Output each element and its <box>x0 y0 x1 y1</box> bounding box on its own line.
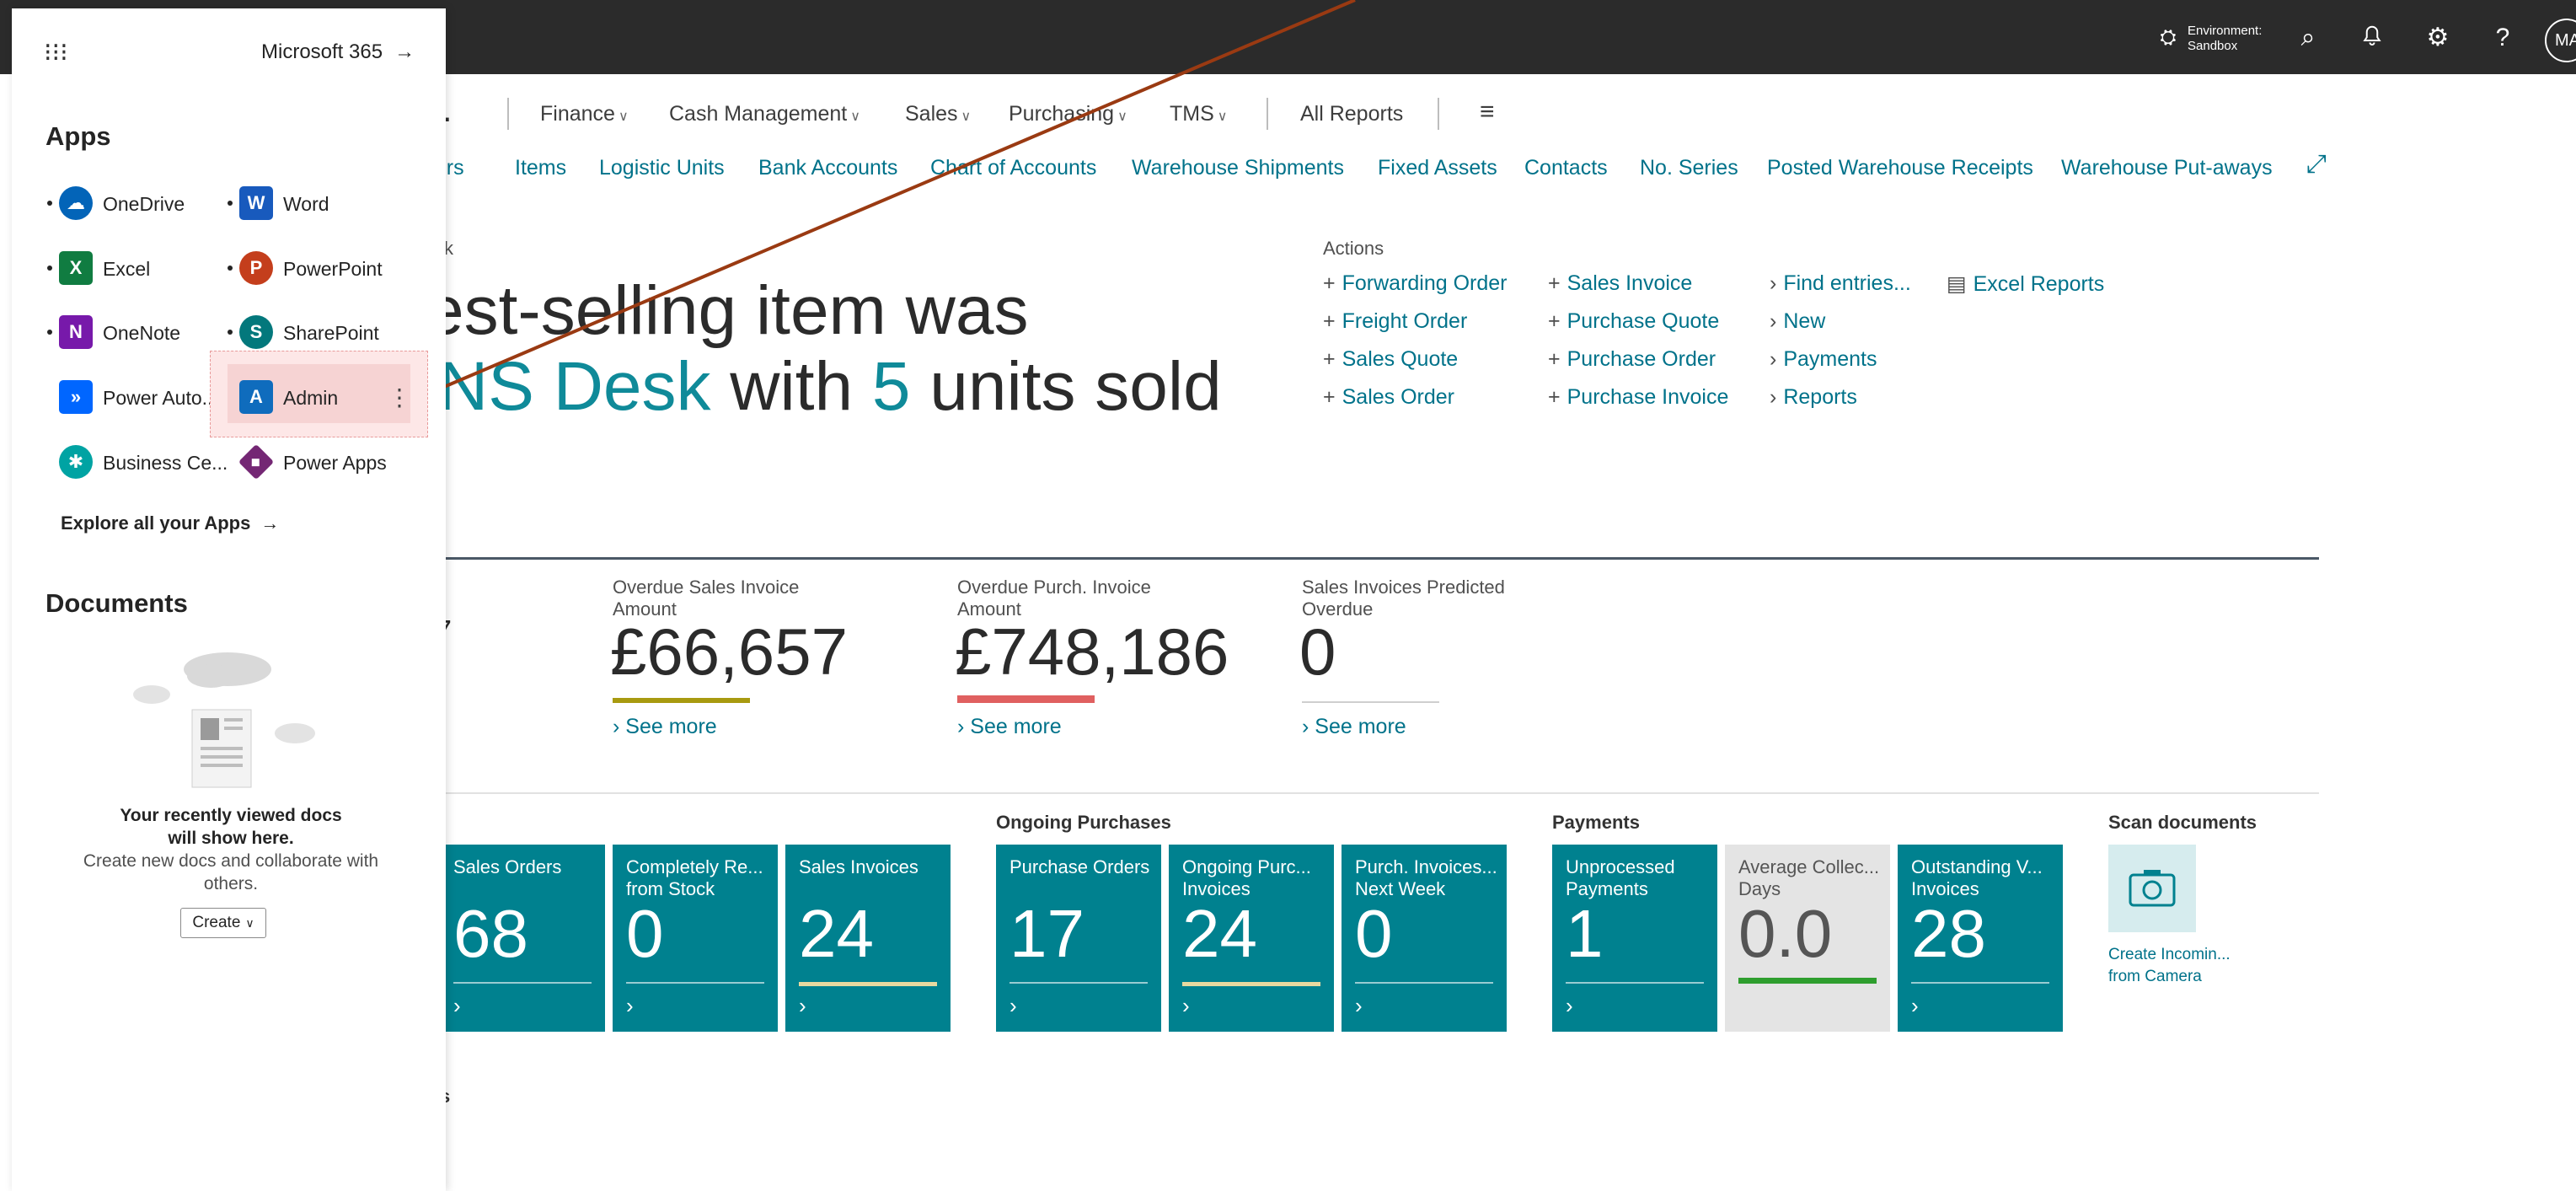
m365-label: Microsoft 365 <box>261 40 383 63</box>
documents-heading: Documents <box>46 588 188 618</box>
app-powerpoint[interactable]: P PowerPoint <box>239 251 391 285</box>
app-business-central[interactable]: ✱ Business Ce... <box>59 445 228 479</box>
pin-dot <box>47 266 52 271</box>
app-label: OneDrive <box>103 193 185 215</box>
app-power-automate[interactable]: » Power Auto... <box>59 380 228 414</box>
empty-line: will show here. <box>168 829 294 848</box>
pin-dot <box>228 330 233 335</box>
empty-line: Create new docs and collaborate with <box>83 851 379 871</box>
app-label: Admin <box>283 387 339 409</box>
more-options-icon[interactable]: ⋮ <box>388 384 411 411</box>
app-label: SharePoint <box>283 322 379 344</box>
waffle-icon[interactable]: ⁝⁝⁝ <box>44 40 68 66</box>
app-power-apps[interactable]: ◆ Power Apps <box>238 443 408 480</box>
chevron-down-icon: ∨ <box>245 916 254 930</box>
power-automate-icon: » <box>59 380 93 414</box>
power-apps-icon: ◆ <box>238 443 275 480</box>
apps-heading: Apps <box>46 121 111 151</box>
pin-dot <box>47 330 52 335</box>
empty-line: Your recently viewed docs <box>120 806 342 825</box>
sharepoint-icon: S <box>239 315 273 349</box>
app-onenote[interactable]: N OneNote <box>59 315 211 349</box>
documents-illustration <box>133 652 315 788</box>
explore-apps-link[interactable]: Explore all your Apps → <box>61 512 279 534</box>
app-word[interactable]: W Word <box>239 186 391 220</box>
onedrive-icon: ☁ <box>59 186 93 220</box>
app-label: Power Auto... <box>103 387 218 409</box>
app-label: OneNote <box>103 322 181 344</box>
app-label: Excel <box>103 258 151 280</box>
business-central-icon: ✱ <box>59 445 93 479</box>
excel-icon: X <box>59 251 93 285</box>
app-label: Word <box>283 193 329 215</box>
app-excel[interactable]: X Excel <box>59 251 211 285</box>
app-launcher-panel: ⁝⁝⁝ Microsoft 365 → Apps ☁ OneDrive W Wor… <box>12 8 446 1191</box>
word-icon: W <box>239 186 273 220</box>
app-label: Business Ce... <box>103 452 228 474</box>
app-label: PowerPoint <box>283 258 383 280</box>
admin-icon: A <box>239 380 273 414</box>
microsoft-365-link[interactable]: Microsoft 365 → <box>261 40 415 64</box>
pin-dot <box>228 201 233 206</box>
pin-dot <box>228 266 233 271</box>
app-label: Power Apps <box>283 452 387 474</box>
arrow-right-icon: → <box>394 40 415 63</box>
arrow-right-icon: → <box>260 512 280 534</box>
app-admin[interactable]: A Admin <box>239 380 391 414</box>
documents-empty-text: Your recently viewed docs will show here… <box>46 804 416 895</box>
pin-dot <box>47 201 52 206</box>
powerpoint-icon: P <box>239 251 273 285</box>
app-sharepoint[interactable]: S SharePoint <box>239 315 391 349</box>
create-label: Create <box>192 914 241 931</box>
onenote-icon: N <box>59 315 93 349</box>
create-button[interactable]: Create ∨ <box>180 908 266 938</box>
empty-line: others. <box>203 874 259 893</box>
app-onedrive[interactable]: ☁ OneDrive <box>59 186 211 220</box>
explore-label: Explore all your Apps <box>61 512 251 534</box>
